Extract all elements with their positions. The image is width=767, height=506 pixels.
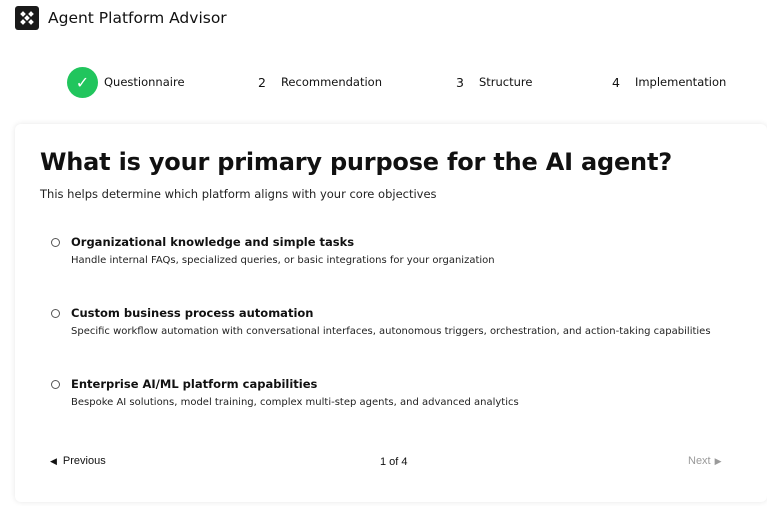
step-implementation[interactable]: 4 Implementation — [612, 64, 726, 100]
progress-stepper: ✓ Questionnaire 2 Recommendation 3 Struc… — [0, 64, 767, 100]
puzzle-logo-icon — [15, 6, 39, 30]
step-label: Questionnaire — [104, 75, 185, 89]
option-title: Custom business process automation — [71, 306, 314, 320]
option-description: Specific workflow automation with conver… — [71, 326, 711, 337]
previous-button[interactable]: ◀ Previous — [50, 455, 106, 467]
check-icon: ✓ — [67, 66, 98, 98]
page-indicator: 1 of 4 — [380, 456, 408, 468]
option-description: Bespoke AI solutions, model training, co… — [71, 397, 519, 408]
step-questionnaire[interactable]: ✓ Questionnaire — [67, 64, 185, 100]
next-button[interactable]: Next ▶ — [688, 455, 722, 467]
question-title: What is your primary purpose for the AI … — [40, 148, 672, 176]
previous-label: Previous — [62, 455, 106, 467]
question-subtitle: This helps determine which platform alig… — [40, 187, 437, 201]
arrow-right-icon: ▶ — [714, 455, 722, 466]
next-label: Next — [688, 455, 711, 467]
step-label: Recommendation — [280, 75, 383, 89]
step-number: 3 — [456, 74, 464, 90]
step-number: 4 — [612, 74, 620, 90]
app-header: Agent Platform Advisor — [15, 6, 227, 30]
option-title: Enterprise AI/ML platform capabilities — [71, 377, 318, 391]
arrow-left-icon: ◀ — [50, 455, 57, 466]
step-label: Implementation — [634, 75, 727, 89]
step-structure[interactable]: 3 Structure — [456, 64, 532, 100]
step-number: 2 — [258, 74, 266, 90]
option-title: Organizational knowledge and simple task… — [71, 235, 355, 249]
question-card: What is your primary purpose for the AI … — [15, 124, 767, 502]
step-recommendation[interactable]: 2 Recommendation — [258, 64, 382, 100]
radio-button[interactable] — [51, 309, 60, 318]
option-description: Handle internal FAQs, specialized querie… — [71, 255, 495, 266]
step-label: Structure — [478, 75, 533, 89]
radio-button[interactable] — [51, 380, 60, 389]
app-title: Agent Platform Advisor — [48, 9, 227, 27]
radio-button[interactable] — [51, 238, 60, 247]
